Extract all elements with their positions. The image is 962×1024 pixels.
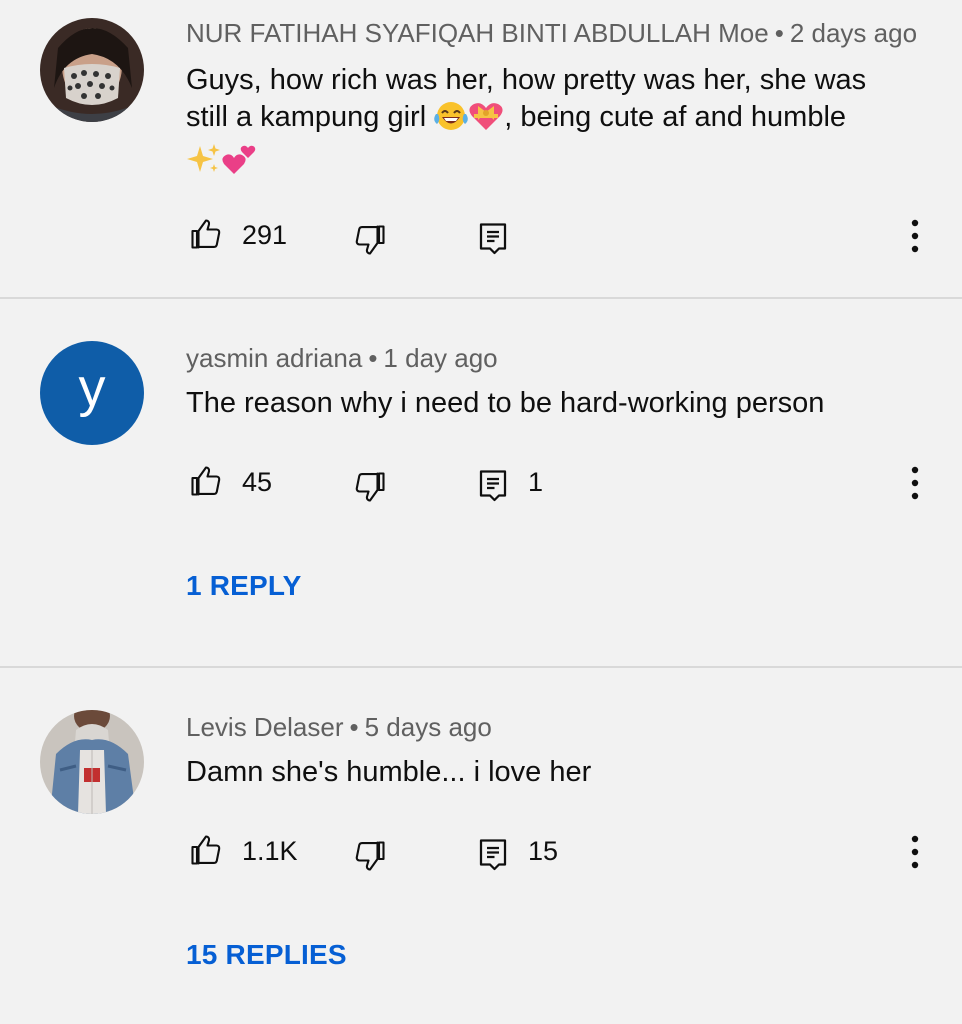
- comment-text: Guys, how rich was her, how pretty was h…: [186, 62, 926, 186]
- like-count: 1.1K: [242, 836, 298, 866]
- comment-actions: 1.1K 15: [186, 832, 926, 876]
- like-count: 45: [242, 467, 273, 497]
- dislike-icon[interactable]: [352, 469, 388, 510]
- view-replies-link[interactable]: 1 REPLY: [186, 570, 302, 602]
- reply-icon[interactable]: [476, 836, 510, 877]
- view-replies-link[interactable]: 15 REPLIES: [186, 939, 347, 971]
- comment-text-part: still a kampung girl: [186, 101, 435, 133]
- meta-separator: •: [368, 343, 378, 373]
- comment-text: Damn she's humble... i love her: [186, 756, 592, 788]
- comment-time: 2 days ago: [789, 18, 918, 48]
- more-options-icon[interactable]: [908, 216, 922, 261]
- like-icon[interactable]: [188, 463, 224, 504]
- reply-icon[interactable]: [476, 467, 510, 508]
- avatar[interactable]: [40, 18, 144, 122]
- like-count: 291: [242, 220, 288, 250]
- reply-icon[interactable]: [476, 220, 510, 261]
- comment-time: 1 day ago: [383, 343, 498, 373]
- comment-time: 5 days ago: [364, 712, 492, 742]
- dislike-icon[interactable]: [352, 838, 388, 879]
- comment-text-line: Guys, how rich was her, how pretty was h…: [186, 64, 867, 96]
- more-options-icon[interactable]: [908, 463, 922, 508]
- comment-meta: Levis Delaser • 5 days ago: [186, 712, 492, 743]
- reply-count: 1: [528, 467, 544, 497]
- comment-item: NUR FATIHAH SYAFIQAH BINTI ABDULLAH Moe •…: [0, 0, 962, 298]
- comment-text-line: [186, 142, 926, 186]
- sparkles-icon: [186, 142, 222, 186]
- avatar[interactable]: y: [40, 341, 144, 445]
- avatar-photo: [40, 18, 144, 122]
- avatar-photo: [40, 710, 144, 814]
- meta-separator: •: [349, 712, 359, 742]
- comment-text-line: still a kampung girl , being cute af and…: [186, 99, 926, 142]
- comment-item: y yasmin adriana • 1 day ago The reason wh…: [0, 299, 962, 666]
- author-name[interactable]: NUR FATIHAH SYAFIQAH BINTI ABDULLAH Moe: [186, 18, 769, 48]
- heart-with-ribbon-icon: [468, 100, 504, 142]
- two-hearts-icon: [222, 142, 258, 186]
- dislike-icon[interactable]: [352, 222, 388, 263]
- avatar[interactable]: [40, 710, 144, 814]
- comment-actions: 45 1: [186, 463, 926, 507]
- avatar-letter: y: [78, 358, 106, 418]
- like-icon[interactable]: [188, 832, 224, 873]
- author-name[interactable]: Levis Delaser: [186, 712, 344, 742]
- meta-separator: •: [774, 18, 784, 48]
- comment-meta: NUR FATIHAH SYAFIQAH BINTI ABDULLAH Moe •…: [186, 18, 917, 49]
- comment-text: The reason why i need to be hard-working…: [186, 387, 825, 419]
- comment-actions: 291: [186, 216, 926, 260]
- reply-count: 15: [528, 836, 559, 866]
- comment-meta: yasmin adriana • 1 day ago: [186, 343, 498, 374]
- author-name[interactable]: yasmin adriana: [186, 343, 362, 373]
- like-icon[interactable]: [188, 216, 224, 257]
- more-options-icon[interactable]: [908, 832, 922, 877]
- face-with-tears-of-joy-icon: [434, 100, 468, 142]
- comment-text-part: , being cute af and humble: [504, 101, 847, 133]
- comment-item: Levis Delaser • 5 days ago Damn she's humb…: [0, 668, 962, 1024]
